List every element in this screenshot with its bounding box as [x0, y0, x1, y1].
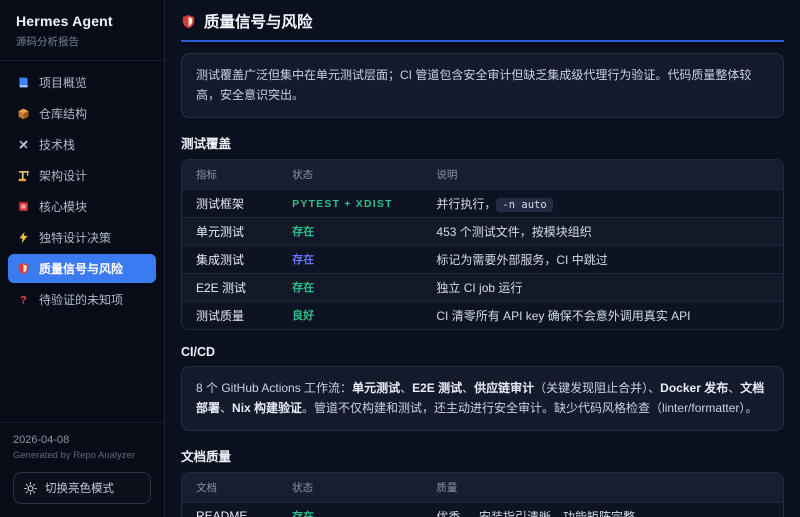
- book-icon: [17, 76, 30, 89]
- description-cell: CI 清零所有 API key 确保不会意外调用真实 API: [422, 300, 783, 329]
- status-badge: 存在: [292, 254, 315, 267]
- column-header: 说明: [422, 159, 783, 190]
- page-title: 质量信号与风险: [204, 14, 313, 31]
- cicd-callout: 8 个 GitHub Actions 工作流：单元测试、E2E 测试、供应链审计…: [181, 365, 784, 431]
- package-icon: [17, 107, 30, 120]
- app-title: Hermes Agent: [16, 13, 113, 29]
- sidebar-item-8[interactable]: ? 待验证的未知项: [8, 285, 156, 314]
- status-cell: 存在: [278, 501, 423, 517]
- sun-icon: [24, 481, 37, 495]
- table-row: 集成测试 存在 标记为需要外部服务，CI 中跳过: [182, 244, 783, 274]
- app-subtitle: 源码分析报告: [16, 36, 79, 48]
- sidebar-item-3[interactable]: 技术栈: [8, 130, 156, 159]
- app-root: Hermes Agent 源码分析报告 项目概览仓库结构技术栈架构设计核心模块独…: [0, 0, 800, 517]
- sidebar-item-6[interactable]: 独特设计决策: [8, 223, 156, 252]
- tools-icon: [17, 138, 30, 151]
- theme-toggle-button[interactable]: 切换亮色模式: [13, 472, 151, 504]
- theme-toggle-label: 切换亮色模式: [45, 483, 114, 495]
- sidebar-item-label: 架构设计: [39, 169, 88, 183]
- sidebar-item-label: 项目概览: [39, 76, 88, 90]
- bold-text: 供应链审计: [474, 380, 535, 395]
- sidebar-nav: 项目概览 仓库结构 技术栈 架构设计 核心模块 独特设计决策 质量信号与风险? 待验证的未知项: [0, 61, 164, 316]
- description-cell: 独立 CI job 运行: [422, 272, 783, 302]
- status-badge: 良好: [292, 310, 315, 323]
- table-row: 单元测试 存在 453 个测试文件，按模块组织: [182, 216, 783, 246]
- sidebar-item-1[interactable]: 项目概览: [8, 68, 156, 97]
- metric-cell: 测试质量: [182, 300, 279, 329]
- status-badge: 存在: [292, 226, 315, 239]
- shield-icon: [17, 262, 30, 275]
- status-badge: 存在: [292, 511, 314, 517]
- summary-text: 测试覆盖广泛但集中在单元测试层面；CI 管道包含安全审计但缺乏集成级代理行为验证…: [196, 68, 752, 103]
- status-badge: 存在: [292, 282, 315, 295]
- table-row: E2E 测试 存在 独立 CI job 运行: [182, 272, 783, 302]
- summary-callout: 测试覆盖广泛但集中在单元测试层面；CI 管道包含安全审计但缺乏集成级代理行为验证…: [181, 53, 784, 118]
- status-cell: 存在: [278, 244, 423, 274]
- sidebar-item-4[interactable]: 架构设计: [8, 161, 156, 190]
- section-heading-cicd: CI/CD: [181, 344, 216, 359]
- sidebar-item-label: 待验证的未知项: [39, 293, 124, 307]
- sidebar-header: Hermes Agent 源码分析报告: [0, 0, 164, 61]
- sidebar: Hermes Agent 源码分析报告 项目概览仓库结构技术栈架构设计核心模块独…: [0, 0, 165, 517]
- main-content: 质量信号与风险 测试覆盖广泛但集中在单元测试层面；CI 管道包含安全审计但缺乏集…: [165, 0, 800, 517]
- column-header: 质量: [422, 472, 783, 503]
- sidebar-item-label: 质量信号与风险: [39, 262, 124, 276]
- table-row: 测试质量 良好 CI 清零所有 API key 确保不会意外调用真实 API: [182, 300, 783, 329]
- svg-text:?: ?: [20, 295, 27, 306]
- sidebar-item-7[interactable]: 质量信号与风险: [8, 254, 156, 283]
- metric-cell: 测试框架: [182, 188, 279, 218]
- column-header: 状态: [278, 472, 423, 503]
- code-chip: -n auto: [496, 197, 553, 212]
- section-heading-docs: 文档质量: [181, 449, 232, 464]
- cicd-text: 8 个 GitHub Actions 工作流：单元测试、E2E 测试、供应链审计…: [196, 380, 765, 416]
- metric-cell: 单元测试: [182, 216, 279, 246]
- bold-text: 单元测试: [352, 380, 401, 395]
- report-date: 2026-04-08: [13, 434, 70, 446]
- sidebar-footer: 2026-04-08 Generated by Repo Analyzer 切换…: [0, 422, 164, 517]
- page-header: 质量信号与风险: [181, 10, 784, 42]
- shield-icon: [181, 14, 196, 29]
- sidebar-item-2[interactable]: 仓库结构: [8, 99, 156, 128]
- question-icon: ?: [17, 293, 30, 306]
- metric-cell: 集成测试: [182, 244, 279, 274]
- column-header: 状态: [278, 159, 423, 190]
- section-heading-test-coverage: 测试覆盖: [181, 136, 232, 151]
- docs-table: 文档状态质量README存在优秀 — 安装指引清晰、功能矩阵完整API 文档外部…: [181, 471, 784, 517]
- column-header: 指标: [182, 159, 279, 190]
- status-cell: 良好: [278, 300, 423, 329]
- sidebar-item-5[interactable]: 核心模块: [8, 192, 156, 221]
- description-cell: 453 个测试文件，按模块组织: [422, 216, 783, 246]
- status-badge: PYTEST + XDIST: [292, 198, 393, 211]
- bold-text: Docker 发布: [660, 380, 729, 395]
- table-row: README 存在 优秀 — 安装指引清晰、功能矩阵完整: [182, 501, 783, 517]
- status-cell: PYTEST + XDIST: [278, 188, 423, 218]
- sidebar-item-label: 仓库结构: [39, 107, 88, 121]
- description-cell: 并行执行， -n auto: [422, 188, 783, 218]
- description-cell: 标记为需要外部服务，CI 中跳过: [422, 244, 783, 274]
- metric-cell: E2E 测试: [182, 272, 279, 302]
- architecture-icon: [17, 169, 30, 182]
- bold-text: E2E 测试: [412, 380, 463, 395]
- sidebar-item-label: 核心模块: [39, 200, 88, 214]
- lightning-icon: [17, 231, 30, 244]
- test-coverage-table: 指标 状态 说明 测试框架 PYTEST + XDIST 并行执行， -n auto 单元测试…: [181, 158, 784, 330]
- generated-by: Generated by Repo Analyzer: [13, 450, 135, 461]
- status-cell: 存在: [278, 272, 423, 302]
- metric-cell: README: [182, 501, 279, 517]
- table-header-row: 文档 状态 质量: [182, 472, 783, 503]
- description-cell: 优秀 — 安装指引清晰、功能矩阵完整: [422, 501, 783, 517]
- status-cell: 存在: [278, 216, 423, 246]
- sidebar-item-label: 独特设计决策: [39, 231, 112, 245]
- column-header: 文档: [182, 472, 279, 503]
- table-header-row: 指标 状态 说明: [182, 159, 783, 190]
- sidebar-item-label: 技术栈: [39, 138, 76, 152]
- module-icon: [17, 200, 30, 213]
- table-row: 测试框架 PYTEST + XDIST 并行执行， -n auto: [182, 188, 783, 218]
- bold-text: Nix 构建验证: [232, 401, 303, 416]
